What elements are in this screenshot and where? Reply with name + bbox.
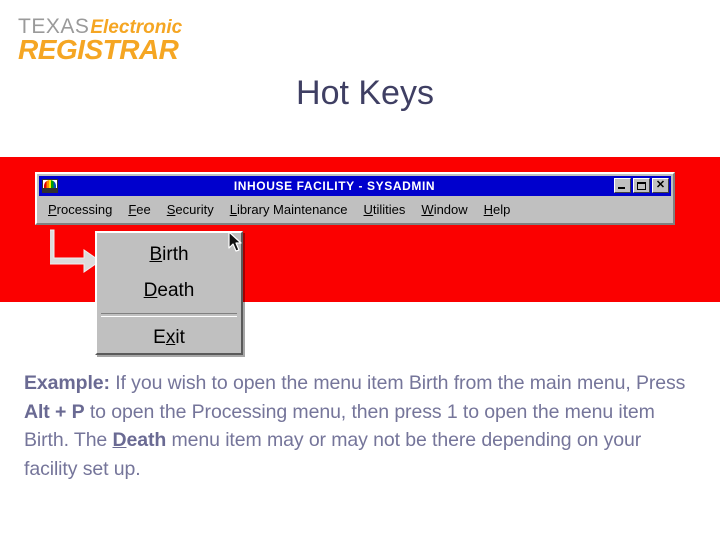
menu-help[interactable]: Help: [484, 202, 511, 217]
application-window: INHOUSE FACILITY - SYSADMIN ✕ Processing…: [35, 172, 675, 225]
dropdown-exit-pre: E: [153, 327, 166, 348]
menu-processing-label: rocessing: [56, 202, 113, 217]
window-controls: ✕: [614, 178, 669, 193]
example-paragraph: Example: If you wish to open the menu it…: [24, 369, 696, 483]
example-sentence-1: If you wish to open the menu item Birth …: [109, 372, 686, 394]
menu-security[interactable]: Security: [167, 202, 214, 217]
close-button[interactable]: ✕: [652, 178, 669, 193]
processing-dropdown-menu: Birth Death Exit: [95, 231, 243, 355]
window-title-text: INHOUSE FACILITY - SYSADMIN: [233, 179, 436, 193]
menu-window-accel: W: [421, 202, 434, 217]
menu-processing[interactable]: Processing: [48, 202, 112, 217]
dropdown-exit-accel: x: [165, 327, 176, 348]
menu-window[interactable]: Window: [421, 202, 467, 217]
menu-help-accel: H: [483, 202, 494, 217]
dropdown-birth-accel: B: [149, 244, 163, 265]
menu-help-label: elp: [493, 202, 511, 217]
death-rest: eath: [126, 429, 167, 451]
texas-electronic-registrar-logo: TEXASElectronic REGISTRAR: [18, 16, 248, 65]
death-menu-reference: Death: [113, 429, 167, 451]
dropdown-item-birth[interactable]: Birth: [97, 245, 241, 264]
minimize-icon: [618, 187, 625, 189]
dropdown-death-accel: D: [143, 280, 158, 301]
dropdown-exit-post: it: [175, 327, 185, 348]
logo-registrar-text: REGISTRAR: [18, 34, 179, 65]
menu-library-maintenance-accel: L: [229, 202, 237, 217]
dropdown-separator: [101, 313, 237, 317]
menu-library-maintenance-label: ibrary Maintenance: [236, 202, 348, 217]
app-logo-icon: [42, 179, 58, 193]
menu-library-maintenance[interactable]: Library Maintenance: [230, 202, 348, 217]
menu-fee-label: ee: [136, 202, 151, 217]
menu-fee[interactable]: Fee: [128, 202, 150, 217]
dropdown-item-death[interactable]: Death: [97, 281, 241, 300]
death-accel: D: [112, 429, 127, 451]
maximize-icon: [637, 181, 646, 190]
menu-utilities-label: tilities: [372, 202, 406, 217]
dropdown-birth-label: irth: [162, 244, 189, 265]
window-menubar: Processing Fee Security Library Maintena…: [39, 198, 671, 221]
dropdown-item-exit[interactable]: Exit: [97, 328, 241, 347]
icon-base-shape: [43, 188, 57, 192]
menu-window-label: indow: [433, 202, 468, 217]
close-icon: ✕: [655, 178, 666, 191]
example-label: Example:: [24, 372, 110, 394]
page-title: Hot Keys: [296, 74, 434, 112]
dropdown-death-label: eath: [157, 280, 195, 301]
menu-utilities-accel: U: [363, 202, 373, 217]
window-titlebar: INHOUSE FACILITY - SYSADMIN ✕: [39, 176, 671, 196]
menu-processing-accel: P: [48, 202, 57, 217]
hotkey-alt-p: Alt + P: [24, 400, 85, 423]
menu-security-label: ecurity: [175, 202, 214, 217]
menu-utilities[interactable]: Utilities: [364, 202, 406, 217]
maximize-button[interactable]: [633, 178, 650, 193]
minimize-button[interactable]: [614, 178, 631, 193]
